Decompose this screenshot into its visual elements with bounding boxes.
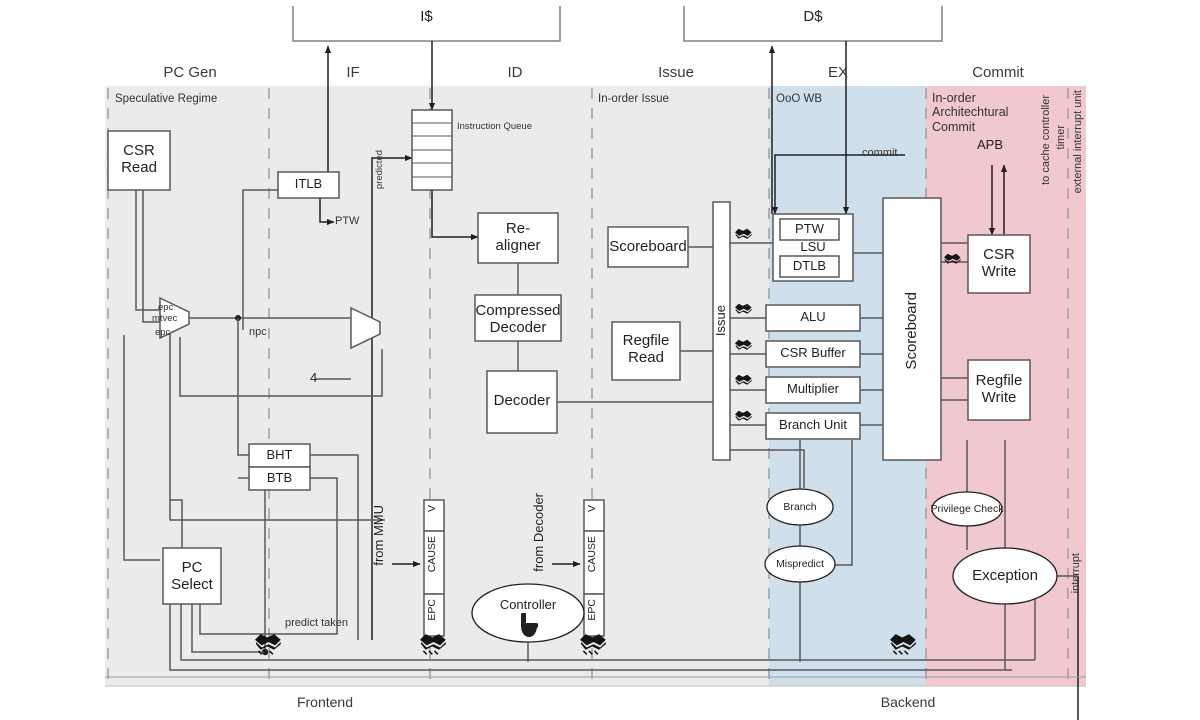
handshake-icon — [580, 634, 606, 655]
footer-label-frontend: Frontend — [296, 694, 354, 710]
block-label-csr-buffer: CSR Buffer — [780, 345, 846, 360]
handshake-icon — [735, 410, 752, 421]
oval-label-branch: Branch — [783, 501, 817, 513]
block-label-compressed-decoder: Compressed Decoder — [475, 302, 561, 337]
region-caption-speculative: Speculative Regime — [115, 93, 218, 105]
handshake-icon — [420, 634, 446, 655]
stage-header-pc-gen: PC Gen — [163, 64, 217, 81]
handshake-icon — [255, 634, 281, 655]
oval-label-privilege-check: Privilege Check — [930, 503, 1004, 515]
wire-label-plus-four: 4 — [310, 370, 318, 385]
block-label-csr-read: CSR Read — [121, 142, 157, 177]
wire-label-apb: APB — [977, 137, 1004, 152]
wire-label-npc: npc — [249, 326, 267, 338]
oval-label-exception: Exception — [972, 567, 1038, 584]
handshake-icon — [735, 374, 752, 385]
block-label-instruction-queue: Instruction Queue — [457, 121, 532, 132]
block-label-regfile-read: Regfile Read — [622, 332, 670, 367]
wire-label-mtvec: mtvec — [152, 313, 178, 324]
block-label-csr-write: CSR Write — [981, 246, 1017, 281]
wire-label-commit: commit — [862, 147, 898, 159]
excreg2-field-v: V — [586, 505, 598, 513]
block-label-regfile-write: Regfile Write — [975, 372, 1023, 407]
block-label-realigner: Re-aligner — [495, 220, 541, 255]
block-label-issue-column: Issue — [713, 305, 728, 337]
stage-header-ex: EX — [827, 64, 848, 81]
block-label-lsu: LSU — [800, 239, 826, 254]
wire-label-from-decoder: from Decoder — [531, 493, 546, 572]
block-label-scoreboard-issue: Scoreboard — [609, 238, 687, 255]
stage-header-if: IF — [346, 64, 360, 81]
block-label-decoder: Decoder — [493, 392, 551, 409]
region-caption-ooo-wb: OoO WB — [776, 93, 823, 105]
block-label-dtlb: DTLB — [792, 258, 827, 273]
block-label-multiplier: Multiplier — [786, 381, 839, 396]
block-label-alu: ALU — [800, 309, 826, 324]
block-label-bht: BHT — [266, 447, 293, 462]
block-label-scoreboard-ex: Scoreboard — [903, 292, 920, 370]
handshake-icon — [735, 228, 752, 239]
stage-header-id: ID — [507, 64, 523, 81]
cache-label-dcache: D$ — [803, 8, 823, 25]
region-caption-commit: In-order Architechtural Commit — [932, 91, 1009, 134]
pipeline-diagram: I$ D$ PC Gen IF ID Issue EX Commit Specu… — [0, 0, 1200, 720]
oval-label-controller: Controller — [499, 597, 557, 612]
wire-label-ptw: PTW — [335, 215, 360, 227]
wire-label-interrupt: interrupt — [1070, 553, 1082, 594]
wire-label-external-interrupt-unit: external interrupt unit — [1072, 90, 1084, 194]
handshake-icon — [735, 339, 752, 350]
excreg2-field-cause: CAUSE — [586, 536, 598, 573]
footer-label-backend: Backend — [880, 694, 936, 710]
handshake-icon — [735, 303, 752, 314]
region-caption-in-order-issue: In-order Issue — [598, 93, 669, 105]
wire-label-predicted: predicted — [374, 150, 385, 190]
stage-header-commit: Commit — [972, 64, 1024, 81]
excreg1-field-cause: CAUSE — [426, 536, 438, 573]
excreg1-field-v: V — [426, 505, 438, 513]
wire-label-timer: timer — [1055, 125, 1067, 150]
cache-label-icache: I$ — [420, 8, 433, 25]
block-label-btb: BTB — [266, 470, 293, 485]
wire-label-from-mmu: from MMU — [371, 505, 386, 566]
excreg1-field-epc: EPC — [426, 599, 438, 621]
block-label-branch-unit: Branch Unit — [779, 417, 847, 432]
handshake-icon — [944, 253, 961, 264]
excreg2-field-epc: EPC — [586, 599, 598, 621]
handshake-icon-layer — [255, 228, 961, 655]
wire-label-predict-taken: predict taken — [285, 617, 348, 629]
block-label-pc-select: PC Select — [171, 559, 213, 594]
wire-label-epc-bottom: epc — [155, 327, 171, 338]
block-label-ptw: PTW — [795, 221, 824, 236]
block-label-itlb: ITLB — [294, 176, 323, 191]
oval-label-mispredict: Mispredict — [776, 558, 824, 570]
wire-label-to-cache-controller: to cache controller — [1040, 95, 1052, 185]
stage-header-issue: Issue — [658, 64, 694, 81]
handshake-icon — [890, 634, 916, 655]
